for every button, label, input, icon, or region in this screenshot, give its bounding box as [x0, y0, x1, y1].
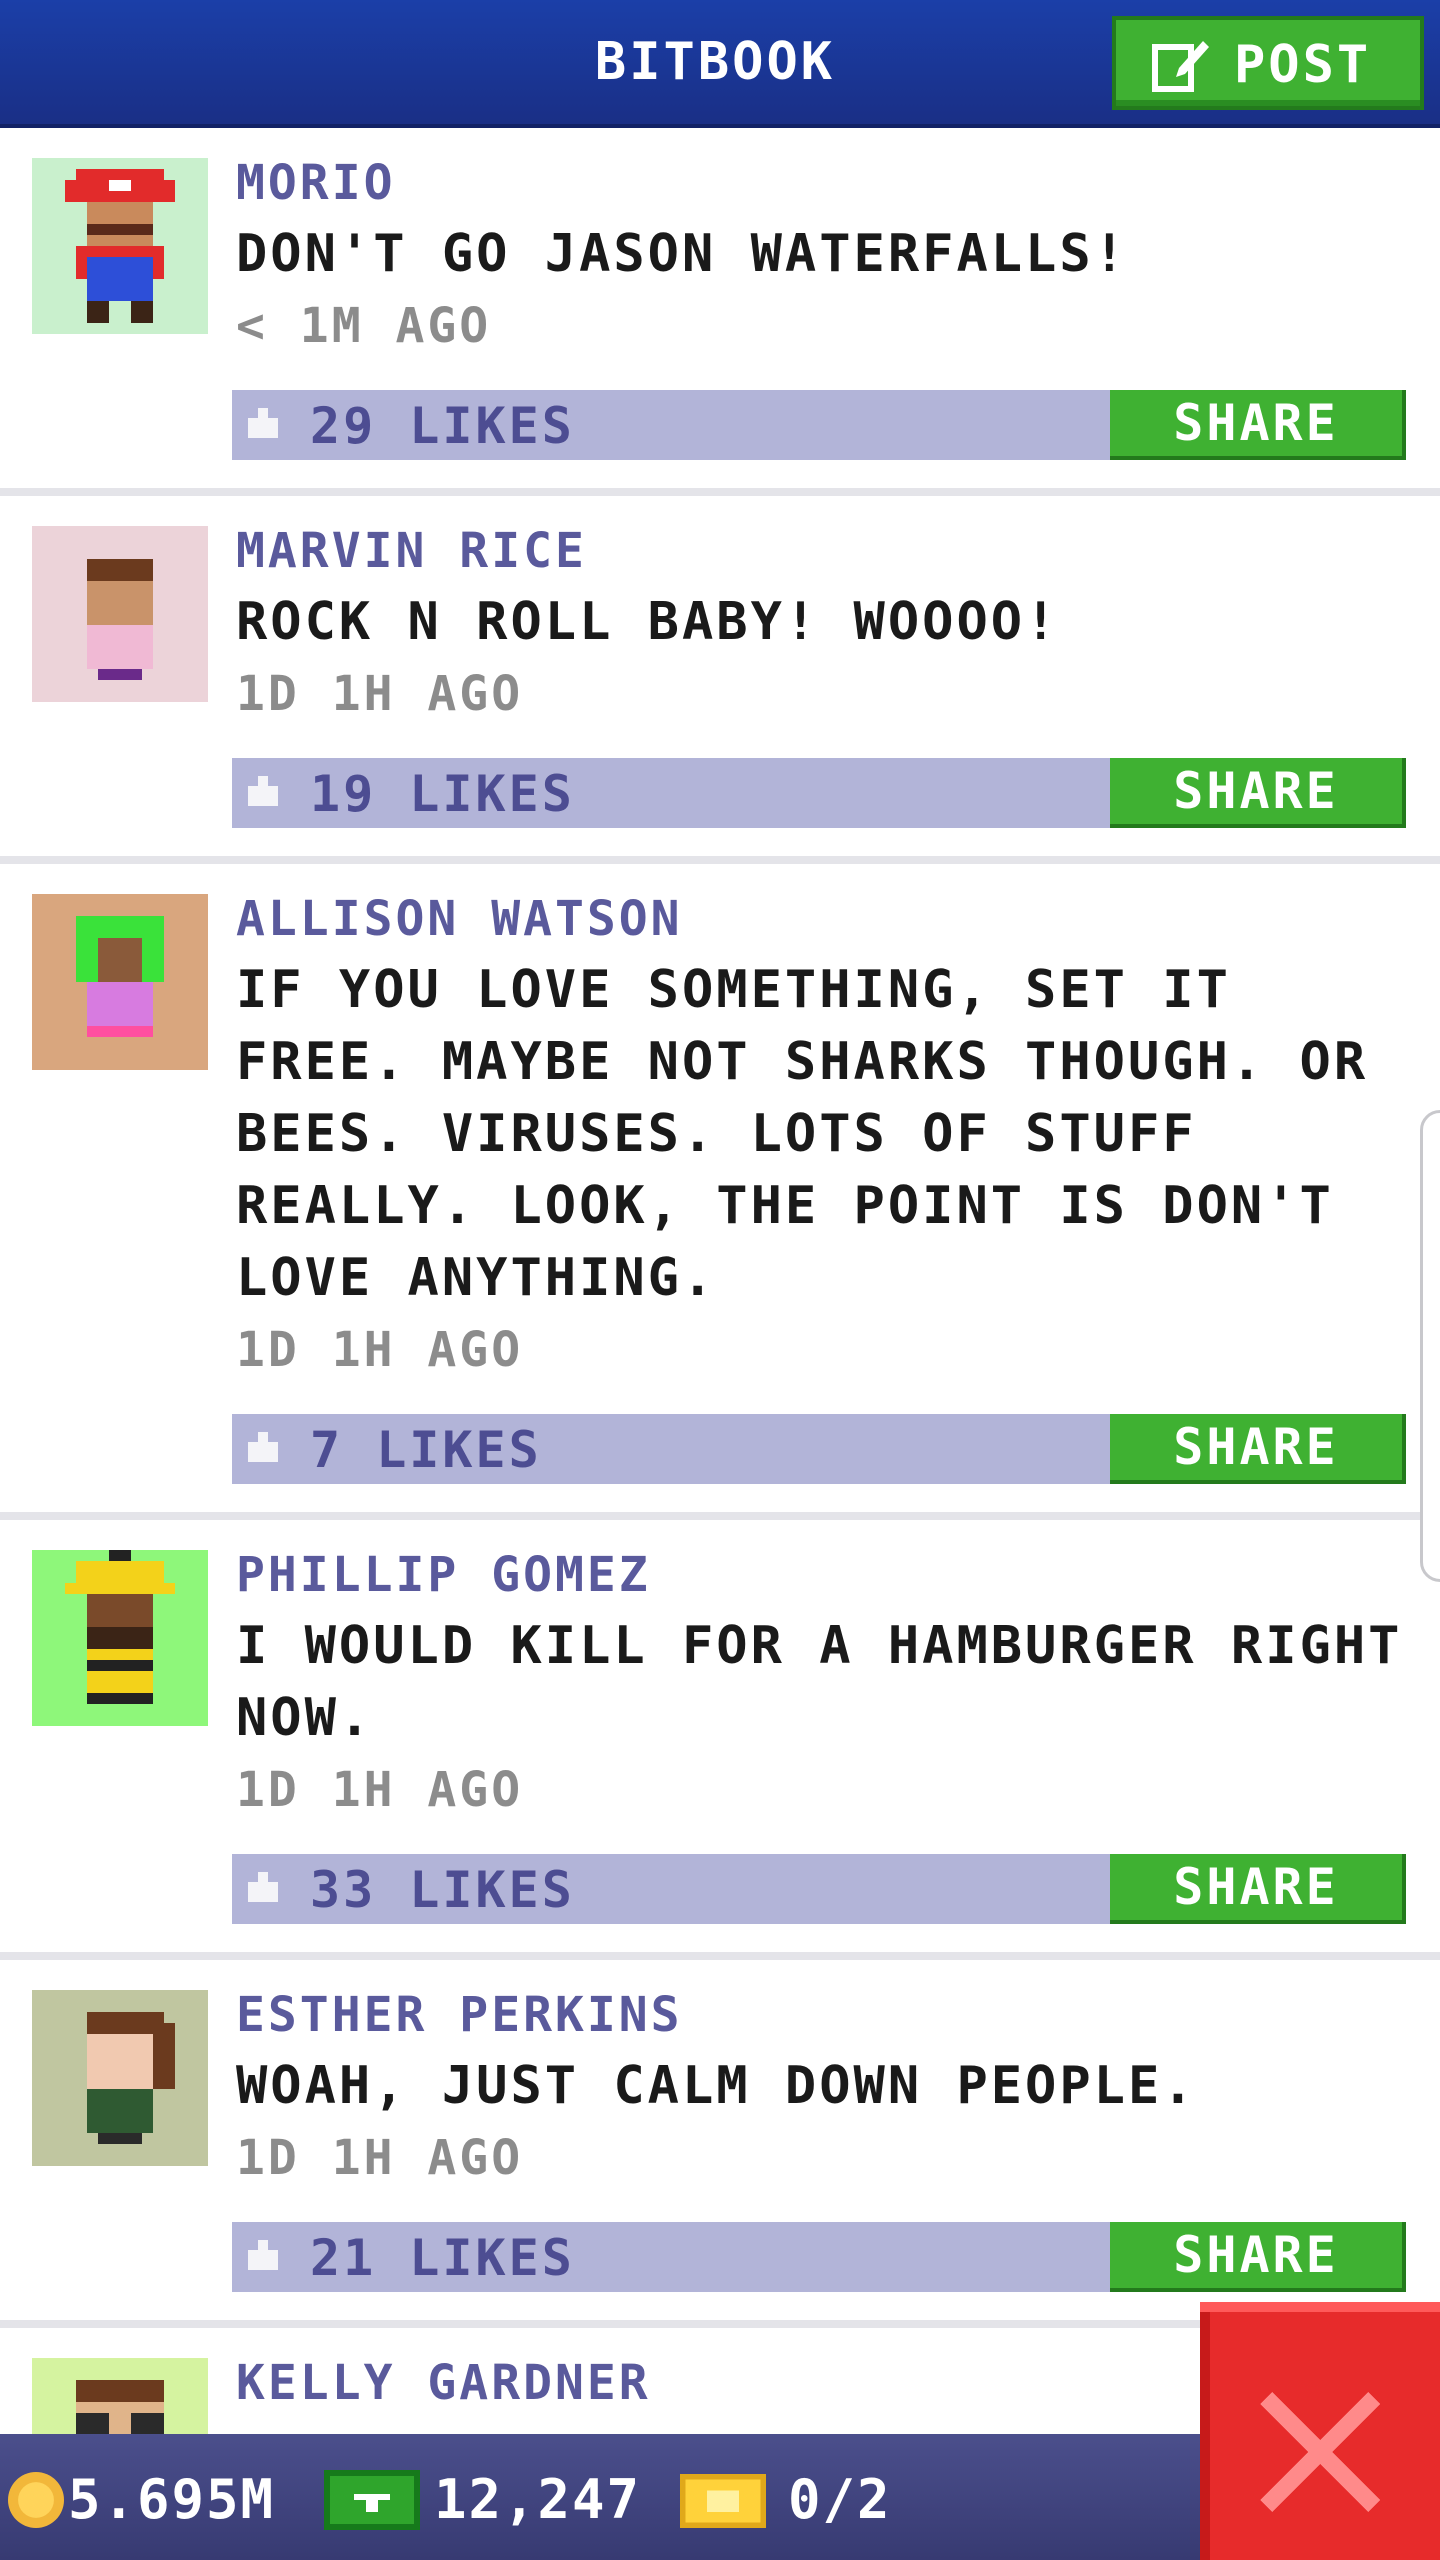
bux-icon [324, 2470, 420, 2530]
post-author[interactable]: ALLISON WATSON [236, 890, 1416, 948]
coin-icon [8, 2472, 64, 2528]
header-bar: BITBOOK POST [0, 0, 1440, 128]
feed-post: MORIO DON'T GO JASON WATERFALLS! < 1M AG… [0, 128, 1440, 496]
likes-bar: 19 LIKES SHARE [232, 758, 1406, 828]
scroll-handle[interactable] [1420, 1110, 1440, 1582]
like-icon[interactable] [248, 1432, 278, 1462]
post-timestamp: 1D 1H AGO [236, 2130, 524, 2186]
post-timestamp: < 1M AGO [236, 298, 492, 354]
share-button[interactable]: SHARE [1110, 1414, 1406, 1484]
likes-count: 7 LIKES [310, 1421, 542, 1479]
feed-list: MORIO DON'T GO JASON WATERFALLS! < 1M AG… [0, 128, 1440, 2534]
like-icon[interactable] [248, 2240, 278, 2270]
close-button[interactable] [1200, 2302, 1440, 2560]
post-button[interactable]: POST [1112, 16, 1424, 110]
feed-post: ALLISON WATSON IF YOU LOVE SOMETHING, SE… [0, 864, 1440, 1520]
post-timestamp: 1D 1H AGO [236, 666, 524, 722]
share-button[interactable]: SHARE [1110, 2222, 1406, 2292]
avatar [32, 1990, 208, 2166]
avatar [32, 894, 208, 1070]
avatar [32, 1550, 208, 1726]
feed-post: ESTHER PERKINS WOAH, JUST CALM DOWN PEOP… [0, 1960, 1440, 2328]
likes-count: 33 LIKES [310, 1861, 575, 1919]
close-icon [1260, 2392, 1380, 2512]
like-icon[interactable] [248, 408, 278, 438]
likes-bar: 7 LIKES SHARE [232, 1414, 1406, 1484]
feed-post: PHILLIP GOMEZ I WOULD KILL FOR A HAMBURG… [0, 1520, 1440, 1960]
post-message: ROCK N ROLL BABY! WOOOO! [236, 592, 1060, 652]
coins-count: 5.695M [68, 2468, 276, 2531]
share-button[interactable]: SHARE [1110, 1854, 1406, 1924]
post-message: WOAH, JUST CALM DOWN PEOPLE. [236, 2056, 1197, 2116]
post-author[interactable]: PHILLIP GOMEZ [236, 1546, 1416, 1604]
post-label: POST [1234, 35, 1372, 95]
post-author[interactable]: MORIO [236, 154, 1416, 212]
feed-post: MARVIN RICE ROCK N ROLL BABY! WOOOO! 1D … [0, 496, 1440, 864]
post-timestamp: 1D 1H AGO [236, 1322, 524, 1378]
like-icon[interactable] [248, 776, 278, 806]
likes-count: 29 LIKES [310, 397, 575, 455]
share-button[interactable]: SHARE [1110, 390, 1406, 460]
likes-bar: 33 LIKES SHARE [232, 1854, 1406, 1924]
post-message: IF YOU LOVE SOMETHING, SET IT FREE. MAYB… [236, 960, 1369, 1308]
likes-bar: 21 LIKES SHARE [232, 2222, 1406, 2292]
post-author[interactable]: MARVIN RICE [236, 522, 1416, 580]
post-timestamp: 1D 1H AGO [236, 1762, 524, 1818]
likes-count: 21 LIKES [310, 2229, 575, 2287]
avatar [32, 158, 208, 334]
like-icon[interactable] [248, 1872, 278, 1902]
likes-bar: 29 LIKES SHARE [232, 390, 1406, 460]
post-author[interactable]: ESTHER PERKINS [236, 1986, 1416, 2044]
post-message: I WOULD KILL FOR A HAMBURGER RIGHT NOW. [236, 1616, 1403, 1748]
likes-count: 19 LIKES [310, 765, 575, 823]
avatar [32, 526, 208, 702]
edit-icon [1152, 41, 1209, 92]
tickets-count: 0/2 [788, 2468, 892, 2531]
bux-count: 12,247 [434, 2468, 642, 2531]
post-message: DON'T GO JASON WATERFALLS! [236, 224, 1128, 284]
ticket-icon [680, 2474, 766, 2528]
share-button[interactable]: SHARE [1110, 758, 1406, 828]
